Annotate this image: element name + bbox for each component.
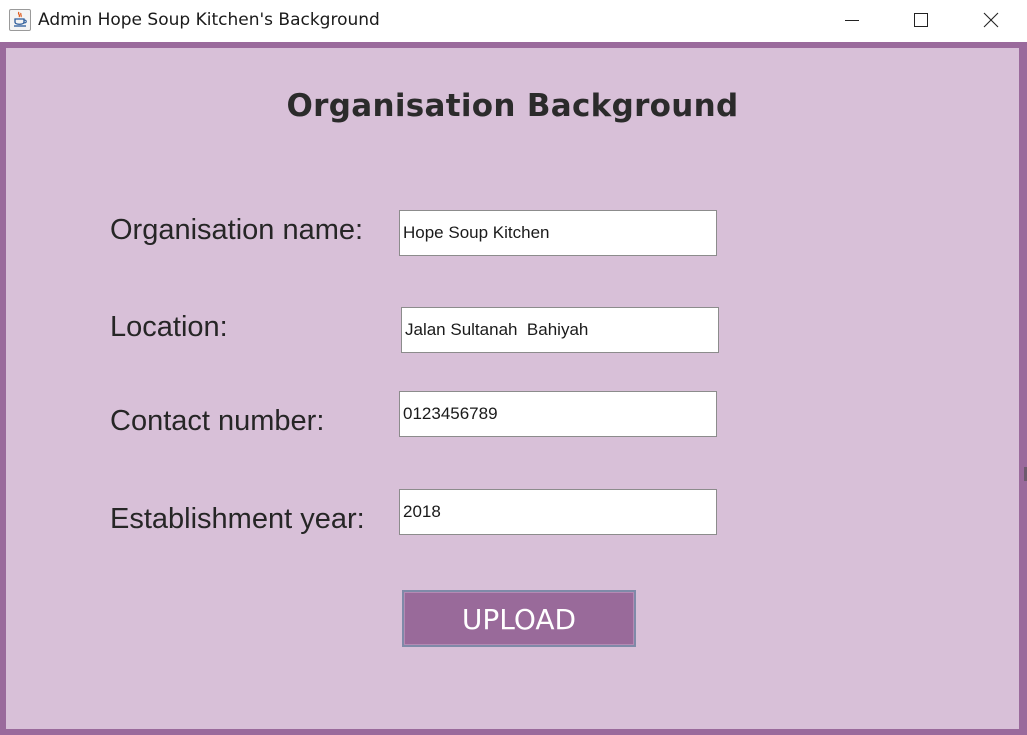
contact-number-label: Contact number: [110, 405, 325, 437]
establishment-year-label: Establishment year: [110, 503, 365, 535]
maximize-button[interactable] [898, 0, 944, 40]
application-window: Admin Hope Soup Kitchen's Background Org… [0, 0, 1027, 735]
window-title: Admin Hope Soup Kitchen's Background [38, 10, 380, 30]
upload-button[interactable]: UPLOAD [402, 590, 636, 647]
location-field[interactable] [401, 307, 719, 353]
establishment-year-field[interactable] [399, 489, 717, 535]
page-title: Organisation Background [286, 88, 739, 124]
close-icon [983, 12, 999, 28]
maximize-icon [914, 13, 928, 27]
organisation-name-field[interactable] [399, 210, 717, 256]
organisation-name-label: Organisation name: [110, 214, 364, 246]
minimize-button[interactable] [829, 0, 875, 40]
close-button[interactable] [968, 0, 1014, 40]
form-panel: Organisation Background Organisation nam… [6, 48, 1019, 729]
window-frame: Organisation Background Organisation nam… [0, 42, 1027, 735]
title-bar[interactable]: Admin Hope Soup Kitchen's Background [0, 0, 1027, 42]
java-cup-icon[interactable] [9, 9, 31, 31]
location-label: Location: [110, 311, 228, 343]
contact-number-field[interactable] [399, 391, 717, 437]
minimize-icon [845, 20, 859, 21]
